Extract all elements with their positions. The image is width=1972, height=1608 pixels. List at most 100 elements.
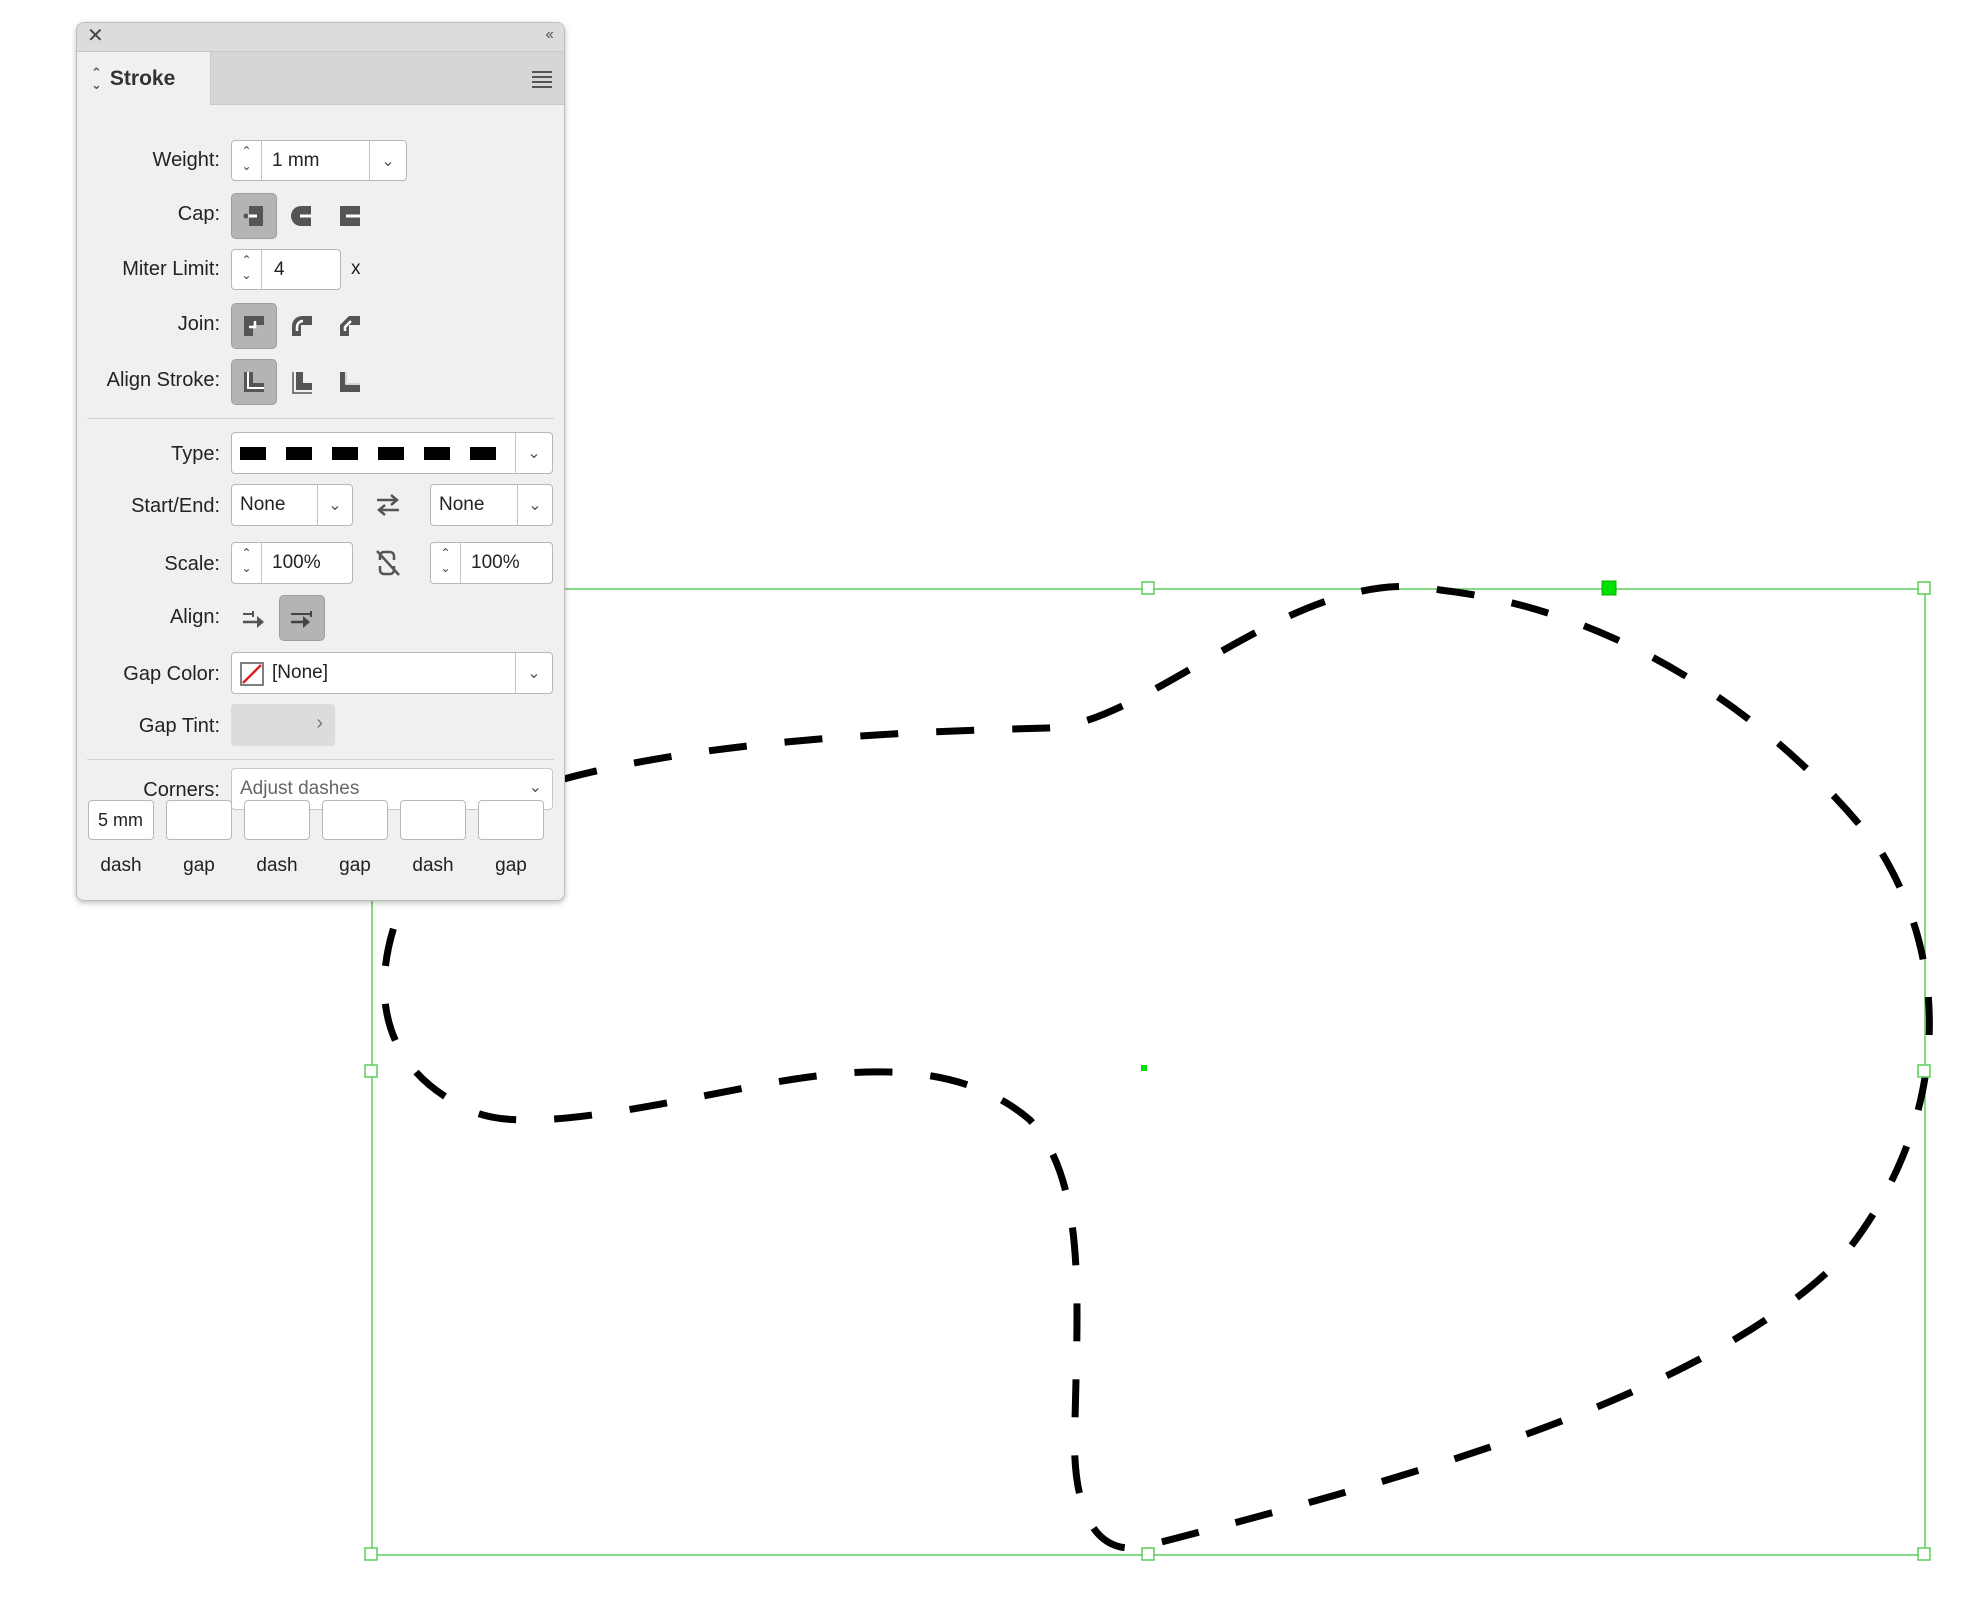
align-inside-icon (292, 372, 312, 394)
miter-limit-suffix: x (351, 258, 361, 279)
selection-bounding-box[interactable] (371, 588, 1926, 1556)
chevron-right-icon: › (316, 712, 323, 734)
collapse-panel-icon[interactable]: ‹‹ (545, 26, 554, 44)
end-scale-field[interactable]: ⌃ ⌄ 100% (430, 542, 553, 584)
chevron-down-icon[interactable]: ⌄ (369, 141, 406, 180)
miter-limit-label: Miter Limit: (122, 258, 220, 280)
end-scale-value: 100% (471, 552, 520, 573)
dash-3-label: dash (412, 855, 454, 876)
place-arrowhead-button[interactable] (279, 595, 325, 641)
extend-arrowhead-button[interactable] (231, 595, 277, 641)
end-scale-stepper[interactable]: ⌃ ⌄ (431, 543, 461, 583)
corners-label: Corners: (143, 779, 220, 801)
miter-limit-field[interactable]: ⌃ ⌄ 4 (231, 249, 341, 290)
gap-1-field[interactable] (166, 800, 232, 840)
dash-2-field[interactable] (244, 800, 310, 840)
weight-field[interactable]: ⌃ ⌄ 1 mm ⌄ (231, 140, 407, 181)
expand-collapse-icon[interactable]: ⌃ ⌄ (91, 66, 102, 91)
chevron-down-icon[interactable]: ⌄ (529, 777, 542, 797)
round-join-icon (292, 316, 312, 336)
dash-2-label: dash (256, 855, 298, 876)
align-label: Align: (169, 606, 220, 628)
gap-2-label: gap (339, 855, 371, 876)
separator (87, 759, 554, 760)
align-center-icon (244, 372, 264, 392)
miter-join-icon (244, 316, 264, 336)
dash-1-field[interactable]: 5 mm (88, 800, 154, 840)
align-stroke-outside-button[interactable] (327, 359, 373, 405)
weight-label: Weight: (152, 149, 220, 171)
content-grabber-handle[interactable] (1601, 580, 1617, 596)
bevel-join-button[interactable] (327, 303, 373, 349)
gap-color-value: [None] (272, 662, 328, 683)
stroke-type-dropdown[interactable]: ⌄ (231, 432, 553, 474)
handle-bottom-left[interactable] (364, 1547, 378, 1561)
butt-cap-button[interactable] (231, 193, 277, 239)
end-arrowhead-dropdown[interactable]: None ⌄ (430, 484, 553, 526)
start-arrowhead-value: None (240, 494, 286, 515)
chevron-down-icon[interactable]: ⌄ (515, 653, 552, 693)
center-point (1141, 1065, 1147, 1071)
round-cap-icon (291, 206, 311, 226)
miter-limit-value: 4 (274, 258, 285, 280)
unlink-scale-icon[interactable] (374, 547, 404, 584)
start-scale-field[interactable]: ⌃ ⌄ 100% (231, 542, 353, 584)
gap-3-field[interactable] (478, 800, 544, 840)
align-stroke-inside-button[interactable] (279, 359, 325, 405)
projecting-cap-icon (340, 206, 360, 226)
panel-title-bar[interactable]: ✕ ‹‹ (77, 23, 564, 52)
handle-bottom-center[interactable] (1141, 1547, 1155, 1561)
miter-limit-stepper[interactable]: ⌃ ⌄ (232, 250, 262, 289)
dashed-type-preview-icon (240, 447, 496, 460)
chevron-down-icon[interactable]: ⌄ (317, 485, 352, 525)
close-icon[interactable]: ✕ (87, 26, 104, 46)
dashed-path[interactable] (380, 582, 1933, 1552)
miter-join-button[interactable] (231, 303, 277, 349)
swap-arrowheads-icon[interactable] (373, 491, 403, 524)
panel-tab-bar: ⌃ ⌄ Stroke (77, 52, 564, 105)
handle-middle-right[interactable] (1917, 1064, 1931, 1078)
start-scale-stepper[interactable]: ⌃ ⌄ (232, 543, 262, 583)
start-scale-value: 100% (272, 552, 321, 573)
dash-1-label: dash (100, 855, 142, 876)
gap-tint-field: › (231, 704, 335, 746)
join-label: Join: (177, 313, 220, 335)
gap-1-label: gap (183, 855, 215, 876)
type-label: Type: (171, 443, 220, 465)
start-end-label: Start/End: (131, 495, 220, 517)
start-arrowhead-dropdown[interactable]: None ⌄ (231, 484, 353, 526)
gap-color-label: Gap Color: (123, 663, 220, 685)
butt-cap-icon (243, 206, 263, 226)
stroke-panel: ✕ ‹‹ ⌃ ⌄ Stroke Weight: ⌃ ⌄ 1 mm ⌄ Cap: Mi… (76, 22, 565, 901)
weight-stepper[interactable]: ⌃ ⌄ (232, 141, 262, 180)
round-cap-button[interactable] (279, 193, 325, 239)
chevron-down-icon[interactable]: ⌄ (515, 433, 552, 473)
align-stroke-center-button[interactable] (231, 359, 277, 405)
align-outside-icon (340, 372, 360, 392)
scale-label: Scale: (164, 553, 220, 575)
gap-2-field[interactable] (322, 800, 388, 840)
round-join-button[interactable] (279, 303, 325, 349)
gap-3-label: gap (495, 855, 527, 876)
tab-stroke[interactable]: ⌃ ⌄ Stroke (77, 52, 211, 105)
chevron-down-icon[interactable]: ⌄ (517, 485, 552, 525)
cap-label: Cap: (177, 203, 220, 225)
handle-top-right[interactable] (1917, 581, 1931, 595)
selection-handles[interactable] (364, 581, 1931, 1561)
gap-color-dropdown[interactable]: [None] ⌄ (231, 652, 553, 694)
none-swatch-icon (240, 662, 264, 686)
projecting-cap-button[interactable] (327, 193, 373, 239)
handle-middle-left[interactable] (364, 1064, 378, 1078)
place-arrowhead-icon (291, 611, 312, 628)
align-stroke-label: Align Stroke: (106, 369, 220, 391)
handle-top-center[interactable] (1141, 581, 1155, 595)
separator (87, 418, 554, 419)
extend-arrowhead-icon (243, 611, 264, 628)
tab-stroke-label: Stroke (109, 66, 176, 90)
dash-3-field[interactable] (400, 800, 466, 840)
gap-tint-label: Gap Tint: (138, 715, 220, 737)
panel-menu-icon[interactable] (532, 71, 552, 91)
weight-value: 1 mm (272, 149, 320, 171)
handle-bottom-right[interactable] (1917, 1547, 1931, 1561)
bevel-join-icon (340, 316, 360, 336)
